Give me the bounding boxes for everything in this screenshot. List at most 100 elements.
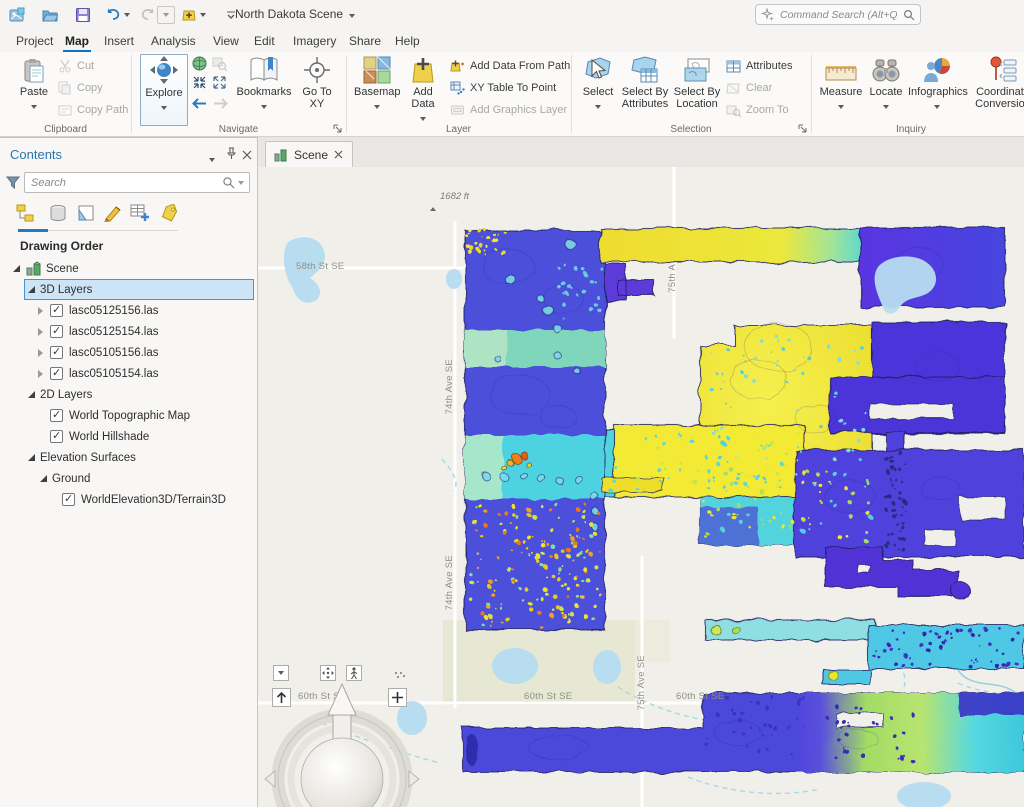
tab-insert[interactable]: Insert	[102, 32, 136, 50]
list-by-data-source-icon[interactable]	[46, 202, 70, 224]
clear-selection-button[interactable]: Clear	[726, 80, 772, 96]
add-table-icon[interactable]	[128, 202, 152, 224]
contents-search-input[interactable]	[25, 177, 222, 189]
contract-view-icon[interactable]	[192, 75, 207, 95]
tab-share[interactable]: Share	[347, 32, 383, 50]
explore-button[interactable]: Explore	[140, 54, 188, 126]
list-by-selection-icon[interactable]	[74, 202, 98, 224]
bookmarks-button[interactable]: Bookmarks	[236, 54, 292, 112]
selection-dialog-launcher-icon[interactable]	[797, 123, 808, 134]
expander-open-icon[interactable]	[13, 265, 20, 272]
paste-button[interactable]: Paste	[14, 54, 54, 112]
tab-help[interactable]: Help	[393, 32, 422, 50]
tree-item-las-1[interactable]: lasc05125154.las	[0, 321, 258, 342]
elevation-marker-icon	[430, 207, 436, 211]
compass-navigator[interactable]	[260, 659, 424, 807]
tab-view[interactable]: View	[211, 32, 241, 50]
pane-menu-chevron-icon[interactable]	[209, 149, 215, 167]
select-by-attributes-button[interactable]: Select By Attributes	[620, 54, 670, 110]
tab-edit[interactable]: Edit	[252, 32, 277, 50]
close-tab-icon[interactable]	[334, 150, 343, 159]
layer-checkbox[interactable]	[50, 409, 63, 422]
tree-item-3d-layers[interactable]: 3D Layers	[0, 279, 258, 300]
add-data-button[interactable]: Add Data	[404, 54, 442, 124]
tab-map[interactable]: Map	[63, 32, 91, 50]
search-options-chevron-icon[interactable]	[238, 181, 244, 185]
tree-item-world-elevation[interactable]: WorldElevation3D/Terrain3D	[0, 489, 258, 510]
measure-button[interactable]: Measure	[818, 54, 864, 112]
tree-item-world-hillshade[interactable]: World Hillshade	[0, 426, 258, 447]
xy-table-to-point-button[interactable]: XY Table To Point	[450, 80, 556, 96]
full-extent-icon[interactable]	[192, 56, 207, 76]
redo-icon[interactable]	[139, 6, 157, 24]
add-data-menu-chevron-icon[interactable]	[198, 6, 208, 24]
pin-icon[interactable]	[226, 147, 237, 165]
open-project-icon[interactable]	[41, 6, 59, 24]
expand-view-icon[interactable]	[212, 75, 227, 95]
command-search-input[interactable]	[778, 8, 899, 22]
paste-icon	[14, 54, 54, 84]
next-extent-icon[interactable]	[212, 96, 230, 116]
tree-item-las-3[interactable]: lasc05105154.las	[0, 363, 258, 384]
tree-item-elevation-surfaces[interactable]: Elevation Surfaces	[0, 447, 258, 468]
zoom-to-selection-button[interactable]: Zoom To	[726, 102, 789, 118]
contents-search[interactable]	[24, 172, 250, 193]
list-by-drawing-order-icon[interactable]	[14, 202, 38, 224]
add-data-from-path-button[interactable]: Add Data From Path	[450, 58, 570, 74]
labeling-tag-icon[interactable]	[158, 202, 182, 224]
go-to-xy-button[interactable]: Go To XY	[296, 54, 338, 110]
tree-item-las-0[interactable]: lasc05125156.las	[0, 300, 258, 321]
scene-view-canvas[interactable]: 1682 ft 58th St SE 74th Ave SE 74th Ave …	[258, 167, 1024, 807]
expander-open-icon[interactable]	[28, 391, 35, 398]
layer-checkbox[interactable]	[50, 367, 63, 380]
expander-closed-icon[interactable]	[38, 370, 43, 378]
tab-imagery[interactable]: Imagery	[291, 32, 338, 50]
tree-item-scene[interactable]: Scene	[0, 258, 258, 279]
close-pane-icon[interactable]	[242, 147, 252, 165]
attributes-button[interactable]: Attributes	[726, 58, 792, 74]
tree-item-world-topographic[interactable]: World Topographic Map	[0, 405, 258, 426]
basemap-button[interactable]: Basemap	[354, 54, 400, 112]
layer-checkbox[interactable]	[50, 430, 63, 443]
expander-closed-icon[interactable]	[38, 328, 43, 336]
tree-item-ground[interactable]: Ground	[0, 468, 258, 489]
layer-checkbox[interactable]	[50, 304, 63, 317]
expander-open-icon[interactable]	[28, 454, 35, 461]
new-project-icon[interactable]	[8, 6, 26, 24]
cut-button[interactable]: Cut	[58, 58, 94, 74]
edit-pencil-icon[interactable]	[101, 202, 125, 224]
copy-button[interactable]: Copy	[58, 80, 103, 96]
select-button[interactable]: Select	[578, 54, 618, 112]
navigate-dialog-launcher-icon[interactable]	[332, 123, 343, 134]
street-label: 60th St SE	[524, 691, 572, 702]
add-graphics-layer-button[interactable]: Add Graphics Layer	[450, 102, 567, 118]
save-project-icon[interactable]	[74, 6, 92, 24]
view-area: Scene	[258, 137, 1024, 807]
select-by-location-button[interactable]: Select By Location	[672, 54, 722, 110]
copy-path-button[interactable]: Copy Path	[58, 102, 128, 118]
scene-view-tab[interactable]: Scene	[265, 141, 353, 167]
redo-menu-chevron-icon[interactable]	[157, 6, 175, 24]
tab-analysis[interactable]: Analysis	[149, 32, 198, 50]
layer-checkbox[interactable]	[62, 493, 75, 506]
locate-button[interactable]: Locate	[866, 54, 906, 112]
previous-extent-icon[interactable]	[190, 96, 208, 116]
add-data-quick-icon[interactable]	[180, 6, 198, 24]
infographics-button[interactable]: Infographics	[908, 54, 966, 112]
tree-item-2d-layers[interactable]: 2D Layers	[0, 384, 258, 405]
expander-closed-icon[interactable]	[38, 307, 43, 315]
layer-checkbox[interactable]	[50, 325, 63, 338]
undo-icon[interactable]	[104, 6, 122, 24]
layer-checkbox[interactable]	[50, 346, 63, 359]
expander-open-icon[interactable]	[40, 475, 47, 482]
expander-closed-icon[interactable]	[38, 349, 43, 357]
tree-item-las-2[interactable]: lasc05105156.las	[0, 342, 258, 363]
project-title[interactable]: North Dakota Scene	[235, 7, 355, 21]
zoom-to-selection-icon[interactable]	[212, 56, 227, 76]
tab-project[interactable]: Project	[14, 32, 55, 50]
filter-icon[interactable]	[6, 176, 20, 190]
expander-open-icon[interactable]	[28, 286, 35, 293]
undo-menu-chevron-icon[interactable]	[122, 6, 132, 24]
command-search[interactable]	[755, 4, 921, 25]
coordinate-conversion-button[interactable]: Coordinate Conversion	[972, 54, 1024, 110]
